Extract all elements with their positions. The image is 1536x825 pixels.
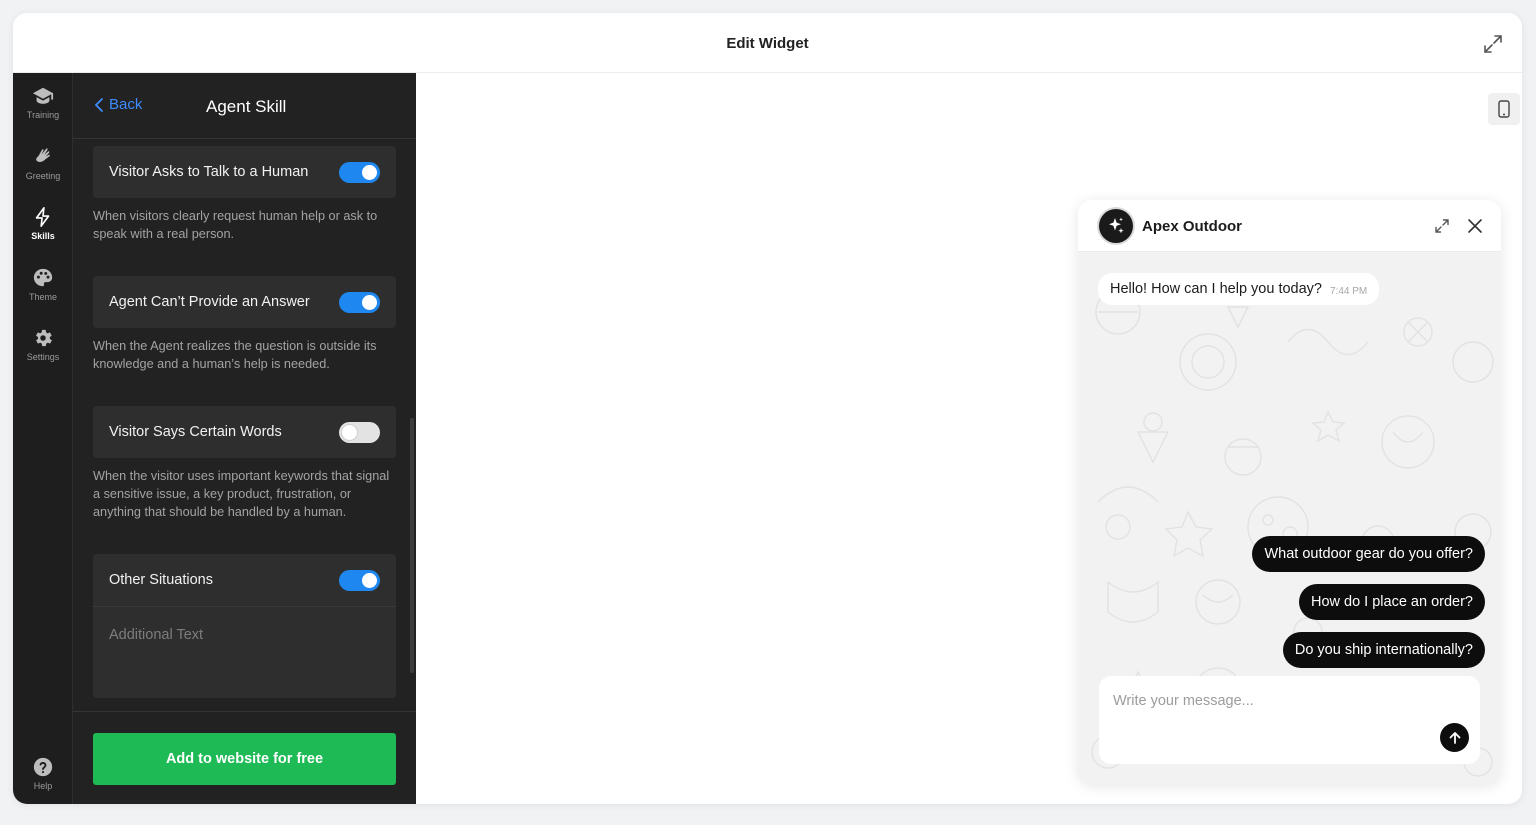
skill-card-other-situations: Other Situations bbox=[93, 554, 396, 606]
agent-skill-panel: Back Agent Skill Visitor Asks to Talk to… bbox=[73, 73, 416, 804]
top-bar: Edit Widget bbox=[13, 13, 1522, 73]
window-title: Edit Widget bbox=[726, 35, 809, 52]
skill-label: Agent Can’t Provide an Answer bbox=[109, 294, 310, 310]
rail-label: Help bbox=[33, 781, 53, 791]
rail-item-help[interactable]: Help bbox=[13, 756, 73, 791]
skill-toggle-other-situations[interactable] bbox=[339, 570, 380, 591]
mobile-preview-button[interactable] bbox=[1488, 93, 1520, 125]
chat-header: Apex Outdoor bbox=[1078, 200, 1501, 252]
rail-label: Settings bbox=[26, 352, 60, 362]
skill-toggle-cant-answer[interactable] bbox=[339, 292, 380, 313]
skill-card-talk-to-human: Visitor Asks to Talk to a Human bbox=[93, 146, 396, 198]
back-button[interactable]: Back bbox=[94, 96, 142, 113]
toggle-knob bbox=[362, 295, 377, 310]
skill-label: Visitor Asks to Talk to a Human bbox=[109, 164, 309, 180]
bot-avatar bbox=[1099, 209, 1133, 243]
skill-card-cant-answer: Agent Can’t Provide an Answer bbox=[93, 276, 396, 328]
message-timestamp: 7:44 PM bbox=[1330, 286, 1368, 297]
rail-item-greeting[interactable]: Greeting bbox=[13, 146, 73, 181]
rail-label: Theme bbox=[28, 292, 57, 302]
suggestion-chip[interactable]: Do you ship internationally? bbox=[1282, 632, 1485, 668]
message-input[interactable]: Write your message... bbox=[1099, 676, 1480, 764]
rail-item-skills[interactable]: Skills bbox=[13, 206, 73, 241]
skill-description: When visitors clearly request human help… bbox=[93, 209, 378, 241]
additional-text-placeholder: Additional Text bbox=[109, 627, 204, 643]
skill-description: When the visitor uses important keywords… bbox=[93, 469, 390, 519]
toggle-knob bbox=[362, 165, 377, 180]
panel-title: Agent Skill bbox=[206, 97, 287, 116]
rail-item-training[interactable]: Training bbox=[13, 85, 73, 120]
message-text: Hello! How can I help you today? bbox=[1110, 281, 1322, 297]
arrow-up-icon bbox=[1449, 731, 1460, 744]
skill-toggle-certain-words[interactable] bbox=[339, 422, 380, 443]
toggle-knob bbox=[362, 573, 377, 588]
rail-label: Greeting bbox=[25, 171, 61, 181]
gear-icon bbox=[36, 329, 52, 347]
rail-label: Skills bbox=[31, 231, 55, 241]
question-circle-icon bbox=[33, 757, 53, 777]
waving-hand-icon bbox=[36, 148, 50, 163]
smartphone-icon bbox=[1498, 100, 1510, 118]
chat-business-name: Apex Outdoor bbox=[1142, 218, 1242, 235]
back-label: Back bbox=[109, 96, 143, 113]
palette-icon bbox=[33, 268, 53, 287]
rail-item-theme[interactable]: Theme bbox=[13, 267, 73, 302]
panel-footer: Add to website for free bbox=[73, 711, 416, 804]
suggestion-chip[interactable]: How do I place an order? bbox=[1298, 584, 1485, 620]
close-icon[interactable] bbox=[1467, 218, 1483, 234]
additional-text-input[interactable]: Additional Text bbox=[93, 606, 396, 698]
graduation-cap-icon bbox=[32, 87, 54, 104]
panel-header: Back Agent Skill bbox=[73, 73, 416, 139]
edit-widget-window: Edit Widget Training Greeting Skills The… bbox=[13, 13, 1522, 804]
toggle-knob bbox=[342, 425, 357, 440]
send-button[interactable] bbox=[1440, 723, 1469, 752]
rail-item-settings[interactable]: Settings bbox=[13, 327, 73, 362]
suggestion-chip[interactable]: What outdoor gear do you offer? bbox=[1252, 536, 1485, 572]
sparkle-icon bbox=[1109, 217, 1124, 234]
skill-toggle-talk-to-human[interactable] bbox=[339, 162, 380, 183]
lightning-bolt-icon bbox=[35, 207, 50, 227]
rail-label: Training bbox=[26, 110, 60, 120]
fullscreen-icon[interactable] bbox=[1482, 33, 1504, 55]
icon-rail: Training Greeting Skills Theme Settings … bbox=[13, 73, 73, 804]
skill-label: Other Situations bbox=[109, 572, 213, 588]
skill-description: When the Agent realizes the question is … bbox=[93, 339, 377, 371]
expand-icon[interactable] bbox=[1434, 218, 1450, 234]
skill-label: Visitor Says Certain Words bbox=[109, 424, 282, 440]
chat-widget-preview: Apex Outdoor Hello! How can I help you t… bbox=[1078, 200, 1501, 784]
message-input-placeholder: Write your message... bbox=[1113, 693, 1254, 709]
add-to-website-button[interactable]: Add to website for free bbox=[93, 733, 396, 785]
panel-scrollbar[interactable] bbox=[410, 418, 414, 673]
skill-card-certain-words: Visitor Says Certain Words bbox=[93, 406, 396, 458]
bot-greeting-message: Hello! How can I help you today? 7:44 PM bbox=[1098, 273, 1380, 305]
chevron-left-icon bbox=[94, 97, 103, 112]
